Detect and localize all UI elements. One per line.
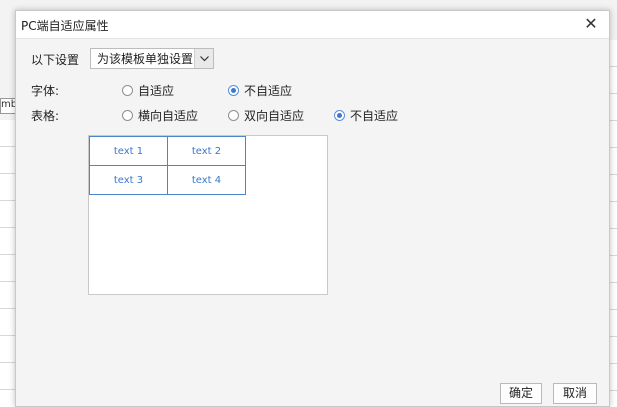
font-radio-not-adaptive[interactable]: 不自适应 [228, 82, 292, 99]
close-icon[interactable]: ✕ [581, 14, 601, 34]
radio-circle [228, 85, 239, 96]
radio-circle [334, 110, 345, 121]
radio-label: 不自适应 [244, 84, 293, 98]
radio-label: 双向自适应 [244, 109, 305, 123]
table-cell: text 3 [89, 165, 168, 195]
font-label: 字体: [31, 84, 60, 98]
background-grid-right [609, 40, 617, 407]
table-radio-horizontal[interactable]: 横向自适应 [122, 107, 198, 124]
radio-circle [228, 110, 239, 121]
radio-label: 横向自适应 [138, 109, 199, 123]
radio-label: 自适应 [138, 84, 175, 98]
radio-circle [122, 85, 133, 96]
table-row: text 3 text 4 [89, 165, 246, 195]
preview-table: text 1 text 2 text 3 text 4 [89, 136, 246, 195]
table-radio-not-adaptive[interactable]: 不自适应 [334, 107, 398, 124]
setting-label: 以下设置 [31, 53, 80, 67]
ok-button[interactable]: 确定 [500, 383, 542, 404]
font-radio-adaptive[interactable]: 自适应 [122, 82, 174, 99]
radio-label: 不自适应 [350, 109, 399, 123]
table-cell: text 2 [167, 136, 246, 166]
dialog-title: PC端自适应属性 [21, 19, 109, 33]
setting-select-value: 为该模板单独设置 [97, 52, 194, 66]
table-cell: text 1 [89, 136, 168, 166]
table-label: 表格: [31, 109, 60, 123]
table-cell: text 4 [167, 165, 246, 195]
chevron-down-icon[interactable] [194, 49, 213, 68]
table-row: text 1 text 2 [89, 136, 246, 166]
adaptive-properties-dialog: PC端自适应属性 ✕ 以下设置 为该模板单独设置 字体: 自适应 不自适应 表格… [15, 10, 610, 407]
table-preview: text 1 text 2 text 3 text 4 [88, 135, 328, 295]
cancel-button[interactable]: 取消 [553, 383, 597, 404]
table-radio-bidirectional[interactable]: 双向自适应 [228, 107, 304, 124]
setting-select[interactable]: 为该模板单独设置 [90, 48, 214, 69]
radio-circle [122, 110, 133, 121]
dialog-titlebar: PC端自适应属性 ✕ [16, 11, 609, 39]
